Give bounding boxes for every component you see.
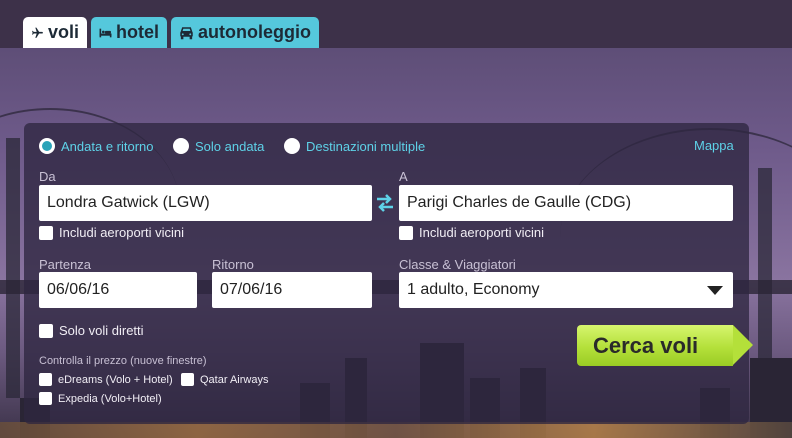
- radio-one-way[interactable]: Solo andata: [173, 137, 264, 155]
- to-nearby-checkbox[interactable]: Includi aeroporti vicini: [399, 225, 544, 240]
- to-label: A: [399, 169, 408, 184]
- direct-flights-checkbox[interactable]: Solo voli diretti: [39, 323, 144, 338]
- radio-round-trip-label: Andata e ritorno: [61, 138, 154, 154]
- class-travellers-value: 1 adulto, Economy: [407, 281, 540, 298]
- price-check-expedia[interactable]: Expedia (Volo+Hotel): [39, 392, 162, 405]
- price-check-qatar-label: Qatar Airways: [200, 373, 269, 386]
- checkbox[interactable]: [39, 323, 53, 338]
- radio-button[interactable]: [173, 138, 189, 154]
- tab-hotel-label: hotel: [116, 22, 159, 42]
- checkbox[interactable]: [399, 225, 413, 240]
- radio-button-selected[interactable]: [39, 138, 55, 154]
- map-link[interactable]: Mappa: [694, 138, 734, 153]
- search-flights-button[interactable]: Cerca voli: [577, 325, 753, 366]
- tab-car-rental-label: autonoleggio: [198, 22, 311, 42]
- tab-car-rental[interactable]: autonoleggio: [171, 17, 319, 48]
- checkbox[interactable]: [39, 392, 52, 405]
- price-check-edreams[interactable]: eDreams (Volo + Hotel): [39, 373, 173, 386]
- return-date-input[interactable]: 07/06/16: [212, 272, 372, 308]
- radio-button[interactable]: [284, 138, 300, 154]
- from-nearby-label: Includi aeroporti vicini: [59, 225, 185, 240]
- checkbox[interactable]: [39, 225, 53, 240]
- checkbox[interactable]: [181, 373, 194, 386]
- chevron-down-icon: [707, 286, 723, 295]
- direct-flights-label: Solo voli diretti: [59, 323, 144, 338]
- swap-icon[interactable]: [375, 193, 395, 213]
- radio-one-way-label: Solo andata: [195, 138, 265, 154]
- to-nearby-label: Includi aeroporti vicini: [419, 225, 545, 240]
- tab-hotel[interactable]: hotel: [91, 17, 167, 48]
- tab-flights[interactable]: voli: [23, 17, 87, 48]
- return-label: Ritorno: [212, 257, 254, 272]
- radio-multi-city-label: Destinazioni multiple: [306, 138, 426, 154]
- from-nearby-checkbox[interactable]: Includi aeroporti vicini: [39, 225, 184, 240]
- price-check-qatar[interactable]: Qatar Airways: [181, 373, 268, 386]
- price-check-title: Controlla il prezzo (nuove finestre): [39, 355, 207, 367]
- radio-round-trip[interactable]: Andata e ritorno: [39, 137, 154, 155]
- tab-flights-label: voli: [47, 22, 79, 42]
- radio-multi-city[interactable]: Destinazioni multiple: [284, 137, 425, 155]
- price-check-edreams-label: eDreams (Volo + Hotel): [58, 373, 173, 386]
- plane-icon: [32, 27, 43, 38]
- class-travellers-select[interactable]: 1 adulto, Economy: [399, 272, 733, 308]
- car-icon: [180, 26, 193, 39]
- to-input[interactable]: Parigi Charles de Gaulle (CDG): [399, 185, 733, 221]
- checkbox[interactable]: [39, 373, 52, 386]
- departure-date-input[interactable]: 06/06/16: [39, 272, 197, 308]
- from-label: Da: [39, 169, 56, 184]
- departure-label: Partenza: [39, 257, 92, 272]
- price-check-expedia-label: Expedia (Volo+Hotel): [58, 392, 162, 405]
- bed-icon: [99, 28, 112, 37]
- from-input[interactable]: Londra Gatwick (LGW): [39, 185, 372, 221]
- class-travellers-label: Classe & Viaggiatori: [399, 257, 516, 272]
